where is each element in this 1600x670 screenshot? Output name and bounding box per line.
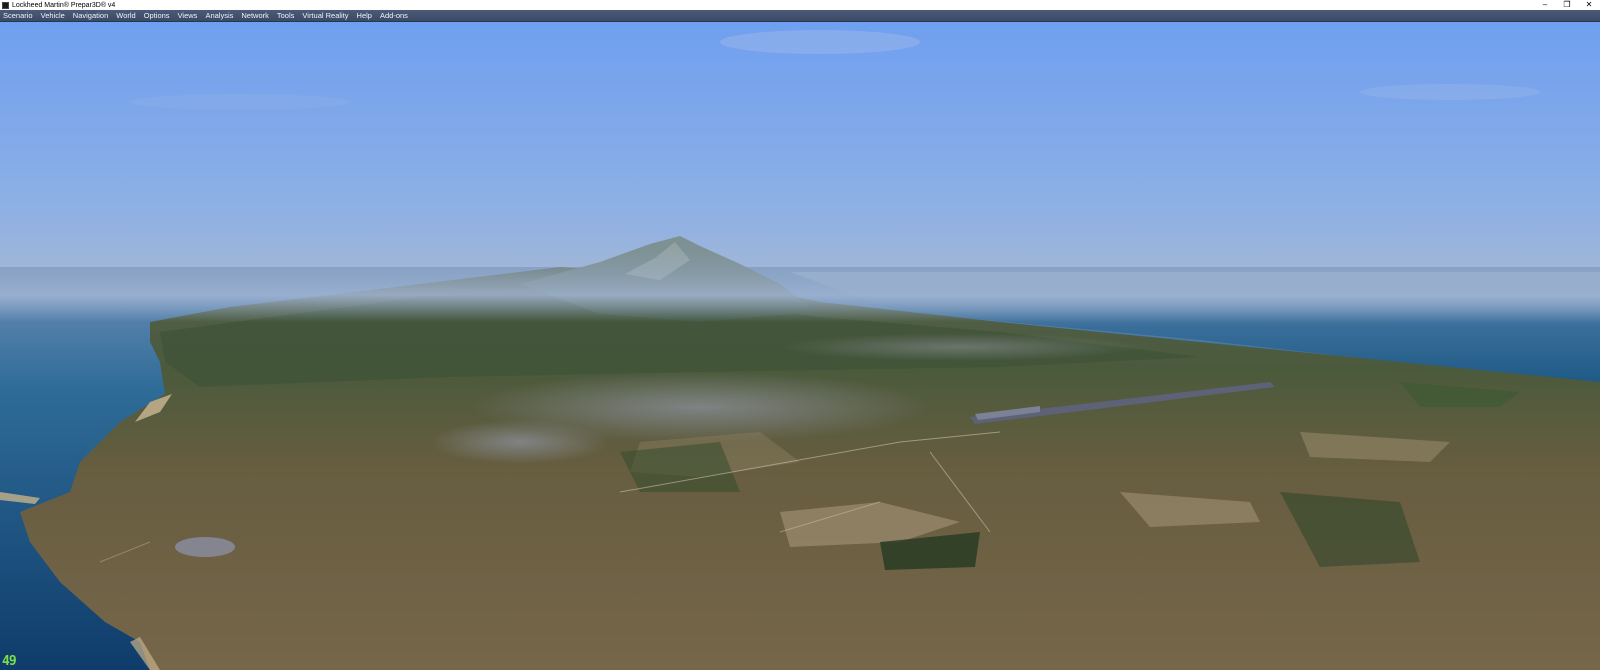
menu-tools[interactable]: Tools xyxy=(277,11,295,20)
menu-views[interactable]: Views xyxy=(178,11,198,20)
menu-bar: Scenario Vehicle Navigation World Option… xyxy=(0,10,1600,22)
menu-analysis[interactable]: Analysis xyxy=(205,11,233,20)
menu-world[interactable]: World xyxy=(116,11,135,20)
close-icon[interactable]: ✕ xyxy=(1578,0,1600,10)
window-controls: – ❐ ✕ xyxy=(1534,0,1600,10)
menu-vehicle[interactable]: Vehicle xyxy=(41,11,65,20)
restore-icon[interactable]: ❐ xyxy=(1556,0,1578,10)
menu-virtual-reality[interactable]: Virtual Reality xyxy=(302,11,348,20)
app-icon xyxy=(2,1,9,9)
fps-counter: 49 xyxy=(2,654,17,669)
window-title: Lockheed Martin® Prepar3D® v4 xyxy=(12,1,116,9)
terrain-scene xyxy=(0,22,1600,670)
minimize-icon[interactable]: – xyxy=(1534,0,1556,10)
menu-help[interactable]: Help xyxy=(357,11,372,20)
menu-network[interactable]: Network xyxy=(241,11,269,20)
menu-scenario[interactable]: Scenario xyxy=(3,11,33,20)
menu-add-ons[interactable]: Add-ons xyxy=(380,11,408,20)
title-bar: Lockheed Martin® Prepar3D® v4 – ❐ ✕ xyxy=(0,0,1600,10)
simulator-viewport[interactable]: 49 xyxy=(0,22,1600,670)
menu-options[interactable]: Options xyxy=(144,11,170,20)
menu-navigation[interactable]: Navigation xyxy=(73,11,108,20)
